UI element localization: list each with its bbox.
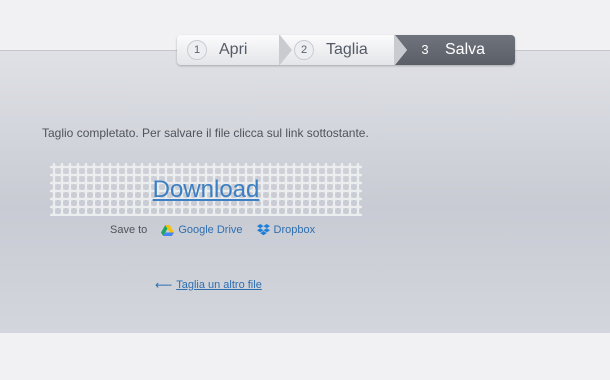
step-label-apri: Apri [219,41,248,58]
step-salva-active[interactable]: 3 Salva [395,35,515,65]
page: 1 Apri 2 Taglia 3 Salva Taglio completat… [0,0,610,380]
dropbox-label: Dropbox [273,224,316,236]
step-number-2: 2 [294,40,314,60]
google-drive-icon [161,224,175,236]
dropbox-icon [256,224,270,236]
dropbox-link[interactable]: Dropbox [256,224,316,236]
bottom-band [0,333,610,380]
step-separator-chevron [279,35,292,65]
arrow-left-icon: ⟵ [155,278,173,292]
google-drive-label: Google Drive [178,224,243,236]
step-apri[interactable]: 1 Apri [177,35,292,65]
cut-another-file-label: Taglia un altro file [176,279,262,291]
step-number-1: 1 [187,40,207,60]
download-link[interactable]: Download [50,163,362,216]
step-separator-chevron [394,35,407,65]
step-taglia[interactable]: 2 Taglia [280,35,407,65]
save-to-row: Save to Google Drive Dropbox [110,224,329,236]
step-number-3: 3 [421,42,429,57]
step-label-salva: Salva [445,41,486,58]
step-label-taglia: Taglia [326,41,368,58]
google-drive-link[interactable]: Google Drive [161,224,243,236]
step-indicator: 1 Apri 2 Taglia 3 Salva [177,35,515,65]
save-to-label: Save to [110,224,148,236]
cut-another-file-link[interactable]: ⟵ Taglia un altro file [155,278,262,292]
completion-message: Taglio completato. Per salvare il file c… [42,126,369,140]
